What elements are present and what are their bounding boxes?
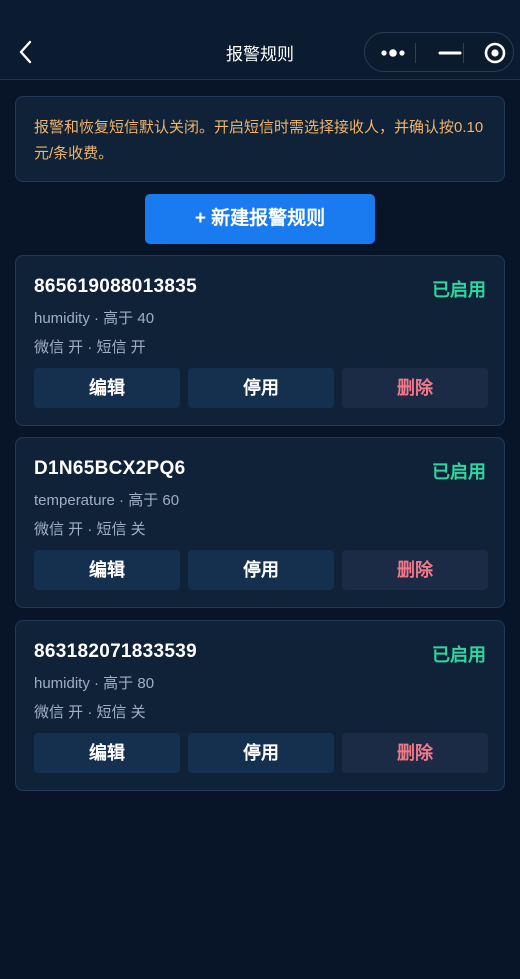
device-id: D1N65BCX2PQ6	[34, 458, 186, 479]
delete-button[interactable]: 删除	[342, 733, 488, 773]
disable-button[interactable]: 停用	[188, 733, 334, 773]
rule-condition: temperature · 高于 60	[34, 492, 180, 509]
minimize-icon	[438, 51, 462, 55]
rule-card: 863182071833539 已启用 humidity · 高于 80 微信 …	[15, 620, 505, 791]
delete-button[interactable]: 删除	[342, 550, 488, 590]
edit-button[interactable]: 编辑	[34, 733, 180, 773]
sms-notice: 报警和恢复短信默认关闭。开启短信时需选择接收人，并确认按0.10元/条收费。	[15, 96, 505, 182]
edit-button[interactable]: 编辑	[34, 368, 180, 408]
close-button[interactable]	[475, 33, 515, 73]
status-badge: 已启用	[432, 462, 486, 482]
capsule-divider	[415, 43, 416, 63]
device-id: 863182071833539	[34, 641, 198, 662]
disable-button[interactable]: 停用	[188, 368, 334, 408]
new-rule-button[interactable]: + 新建报警规则	[145, 194, 375, 244]
target-icon	[484, 42, 506, 64]
rule-condition: humidity · 高于 40	[34, 310, 155, 327]
notify-settings: 微信 开 · 短信 关	[34, 521, 146, 538]
notify-settings: 微信 开 · 短信 关	[34, 704, 146, 721]
notify-settings: 微信 开 · 短信 开	[34, 339, 146, 356]
navigation-bar: 报警规则	[0, 0, 520, 80]
disable-button[interactable]: 停用	[188, 550, 334, 590]
delete-button[interactable]: 删除	[342, 368, 488, 408]
status-badge: 已启用	[432, 645, 486, 665]
more-dots-icon	[381, 49, 405, 57]
rule-card: 865619088013835 已启用 humidity · 高于 40 微信 …	[15, 255, 505, 426]
device-id: 865619088013835	[34, 276, 198, 297]
capsule-divider	[463, 43, 464, 63]
rule-condition: humidity · 高于 80	[34, 675, 155, 692]
more-button[interactable]	[365, 33, 425, 73]
rule-card: D1N65BCX2PQ6 已启用 temperature · 高于 60 微信 …	[15, 437, 505, 608]
minimize-button[interactable]	[426, 33, 474, 73]
edit-button[interactable]: 编辑	[34, 550, 180, 590]
mini-program-capsule	[364, 32, 514, 72]
notice-text: 报警和恢复短信默认关闭。开启短信时需选择接收人，并确认按0.10元/条收费。	[34, 119, 484, 162]
status-badge: 已启用	[432, 280, 486, 300]
